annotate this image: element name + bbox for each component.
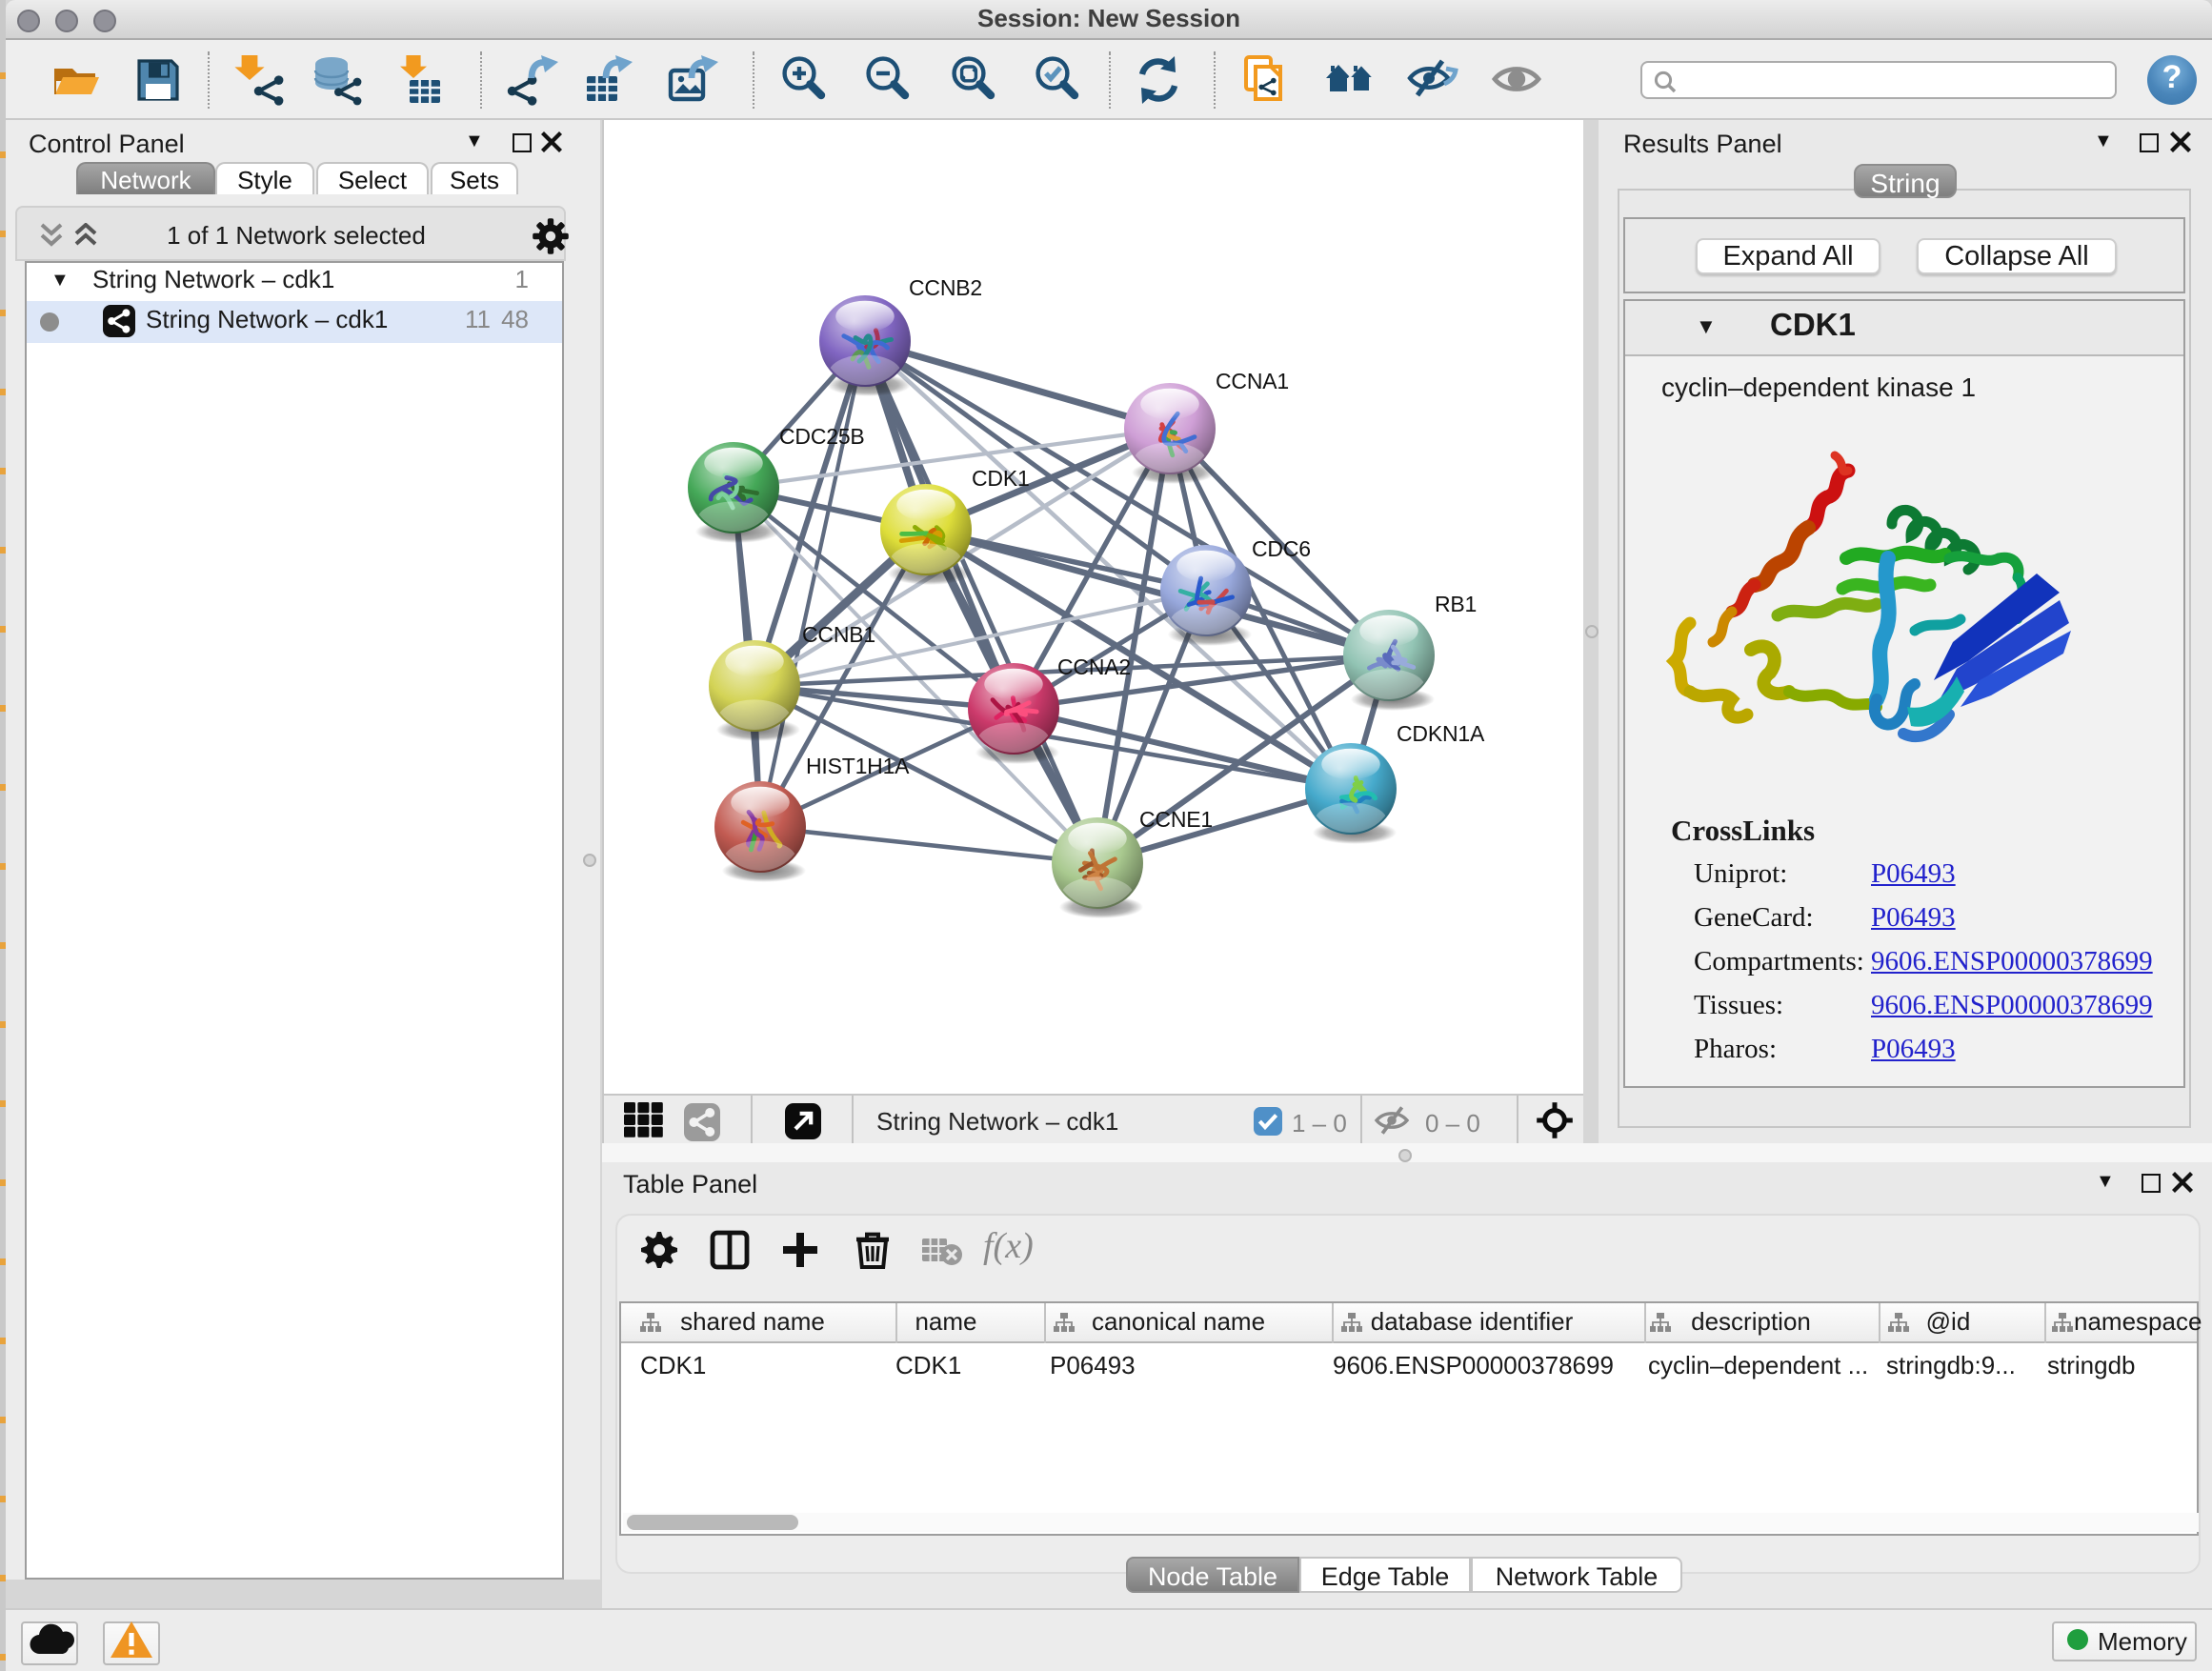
- svg-text:CCNA2: CCNA2: [1057, 654, 1131, 679]
- svg-text:CCNE1: CCNE1: [1139, 807, 1213, 832]
- svg-text:HIST1H1A: HIST1H1A: [806, 754, 910, 778]
- svg-text:CCNA1: CCNA1: [1216, 369, 1289, 393]
- svg-text:CDKN1A: CDKN1A: [1397, 721, 1485, 746]
- svg-text:RB1: RB1: [1435, 592, 1477, 616]
- svg-text:CDC25B: CDC25B: [779, 424, 865, 449]
- svg-text:CCNB2: CCNB2: [909, 275, 982, 300]
- svg-text:CDC6: CDC6: [1252, 536, 1311, 561]
- svg-text:CDK1: CDK1: [972, 466, 1030, 491]
- svg-text:CCNB1: CCNB1: [802, 622, 875, 647]
